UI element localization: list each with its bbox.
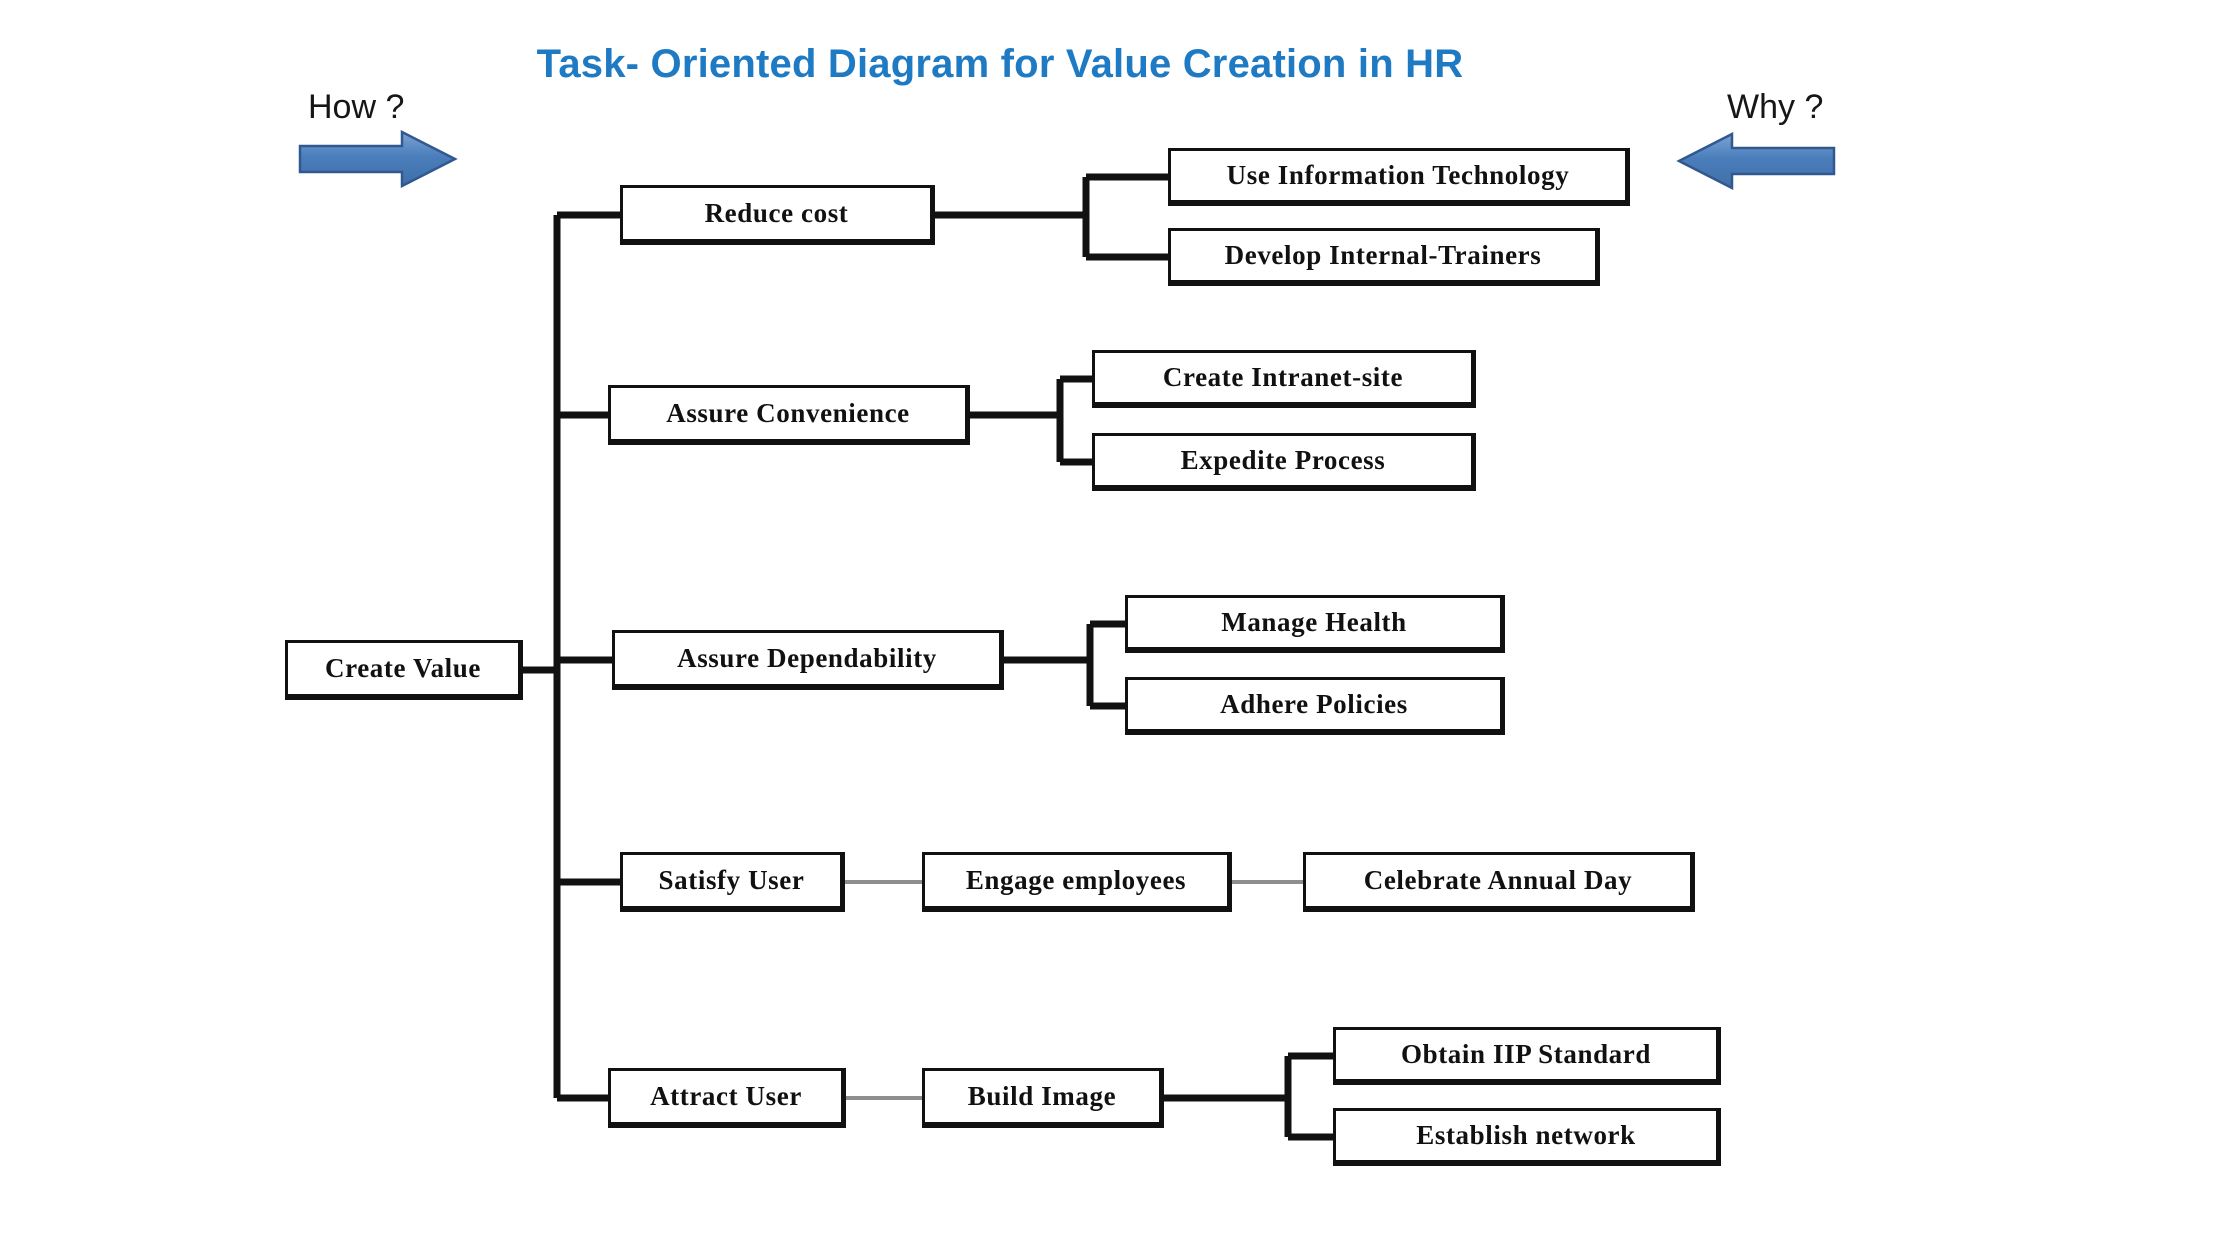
node-label: Celebrate Annual Day <box>1363 865 1633 895</box>
node-attract-user[interactable]: Attract User <box>608 1068 846 1128</box>
node-label: Expedite Process <box>1180 445 1386 475</box>
node-manage-health[interactable]: Manage Health <box>1125 595 1505 653</box>
node-engage-employees[interactable]: Engage employees <box>922 852 1232 912</box>
node-label: Engage employees <box>965 865 1187 895</box>
node-obtain-iip-standard[interactable]: Obtain IIP Standard <box>1333 1027 1721 1085</box>
node-label: Satisfy User <box>658 865 805 895</box>
node-expedite-process[interactable]: Expedite Process <box>1092 433 1476 491</box>
node-label: Develop Internal-Trainers <box>1224 240 1542 270</box>
node-label: Reduce cost <box>704 198 849 228</box>
node-use-information-technology[interactable]: Use Information Technology <box>1168 148 1630 206</box>
node-reduce-cost[interactable]: Reduce cost <box>620 185 935 245</box>
node-establish-network[interactable]: Establish network <box>1333 1108 1721 1166</box>
arrow-right-icon <box>298 130 458 188</box>
node-label: Assure Convenience <box>666 398 910 428</box>
node-create-value[interactable]: Create Value <box>285 640 523 700</box>
node-develop-internal-trainers[interactable]: Develop Internal-Trainers <box>1168 228 1600 286</box>
page-title: Task- Oriented Diagram for Value Creatio… <box>536 42 1464 86</box>
diagram-canvas: Task- Oriented Diagram for Value Creatio… <box>0 0 2240 1260</box>
node-create-intranet-site[interactable]: Create Intranet-site <box>1092 350 1476 408</box>
node-satisfy-user[interactable]: Satisfy User <box>620 852 845 912</box>
node-label: Obtain IIP Standard <box>1401 1039 1651 1069</box>
node-assure-dependability[interactable]: Assure Dependability <box>612 630 1004 690</box>
node-assure-convenience[interactable]: Assure Convenience <box>608 385 970 445</box>
how-label: How ? <box>308 88 405 126</box>
why-label: Why ? <box>1727 88 1824 126</box>
node-label: Attract User <box>650 1081 802 1111</box>
node-label: Adhere Policies <box>1220 689 1408 719</box>
node-label: Build Image <box>967 1081 1117 1111</box>
node-label: Create Intranet-site <box>1162 362 1404 392</box>
node-label: Establish network <box>1416 1120 1636 1150</box>
arrow-left-icon <box>1676 132 1836 190</box>
node-label: Create Value <box>325 653 481 683</box>
node-label: Assure Dependability <box>677 643 937 673</box>
node-adhere-policies[interactable]: Adhere Policies <box>1125 677 1505 735</box>
node-label: Use Information Technology <box>1226 160 1570 190</box>
node-build-image[interactable]: Build Image <box>922 1068 1164 1128</box>
node-celebrate-annual-day[interactable]: Celebrate Annual Day <box>1303 852 1695 912</box>
node-label: Manage Health <box>1221 607 1407 637</box>
